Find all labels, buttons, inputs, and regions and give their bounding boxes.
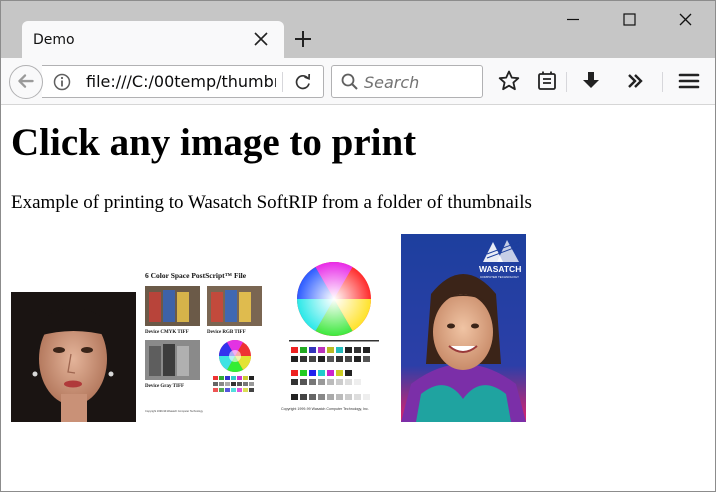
wasatch-logo-subtext: COMPUTER TECHNOLOGY xyxy=(480,275,519,279)
thumbnail-portrait-woman[interactable] xyxy=(11,234,136,422)
thumbnail-postscript-test-file[interactable]: 6 Color Space PostScript™ File Device CM… xyxy=(141,234,266,422)
page-content: Click any image to print Example of prin… xyxy=(1,106,715,491)
tab-title: Demo xyxy=(33,32,75,48)
info-icon[interactable] xyxy=(52,72,72,92)
new-tab-icon[interactable] xyxy=(292,28,314,50)
url-bar[interactable]: file:///C:/00temp/thumbnails/index.html xyxy=(42,65,324,98)
maximize-icon[interactable] xyxy=(606,6,652,34)
library-icon[interactable] xyxy=(534,68,560,94)
title-bar: Demo xyxy=(0,0,716,58)
postscript-footer: Copyright 1999-99 Wasatch Computer Techn… xyxy=(145,409,204,413)
hamburger-menu-icon[interactable] xyxy=(676,68,702,94)
download-icon[interactable] xyxy=(578,68,604,94)
search-box[interactable] xyxy=(331,65,483,98)
postscript-heading: 6 Color Space PostScript™ File xyxy=(145,271,247,280)
url-text[interactable]: file:///C:/00temp/thumbnails/index.html xyxy=(86,72,276,92)
reload-icon[interactable] xyxy=(292,72,314,92)
toolbar-divider xyxy=(662,72,663,92)
search-icon xyxy=(341,73,358,90)
back-arrow-icon xyxy=(18,74,34,88)
thumbnail-wasatch-girl[interactable]: WASATCH COMPUTER TECHNOLOGY xyxy=(401,234,526,422)
mini-swatches xyxy=(213,376,254,392)
minimize-icon[interactable] xyxy=(550,6,596,34)
nav-toolbar: file:///C:/00temp/thumbnails/index.html xyxy=(0,58,716,105)
page-description: Example of printing to Wasatch SoftRIP f… xyxy=(11,192,532,213)
page-title: Click any image to print xyxy=(11,121,417,164)
mini-color-wheel xyxy=(218,339,252,373)
label-cmyk: Device CMYK TIFF xyxy=(145,330,189,335)
url-divider xyxy=(282,72,283,92)
color-wheel xyxy=(297,262,371,336)
wasatch-logo-text: WASATCH xyxy=(479,264,521,274)
close-window-icon[interactable] xyxy=(662,6,708,34)
toolbar-divider xyxy=(566,72,567,92)
label-gray: Device Gray TIFF xyxy=(145,384,184,389)
back-button[interactable] xyxy=(9,65,43,99)
thumbnail-color-wheel-chart[interactable]: Copyright 1999-99 Wasatch Computer Techn… xyxy=(271,234,396,422)
overflow-chevron-icon[interactable] xyxy=(622,68,648,94)
label-rgb: Device RGB TIFF xyxy=(207,330,246,335)
search-input[interactable] xyxy=(364,71,476,93)
chart-footer: Copyright 1999-99 Wasatch Computer Techn… xyxy=(281,407,369,411)
close-tab-icon[interactable] xyxy=(251,29,271,49)
tab-demo[interactable]: Demo xyxy=(22,21,284,58)
bookmark-star-icon[interactable] xyxy=(496,68,522,94)
